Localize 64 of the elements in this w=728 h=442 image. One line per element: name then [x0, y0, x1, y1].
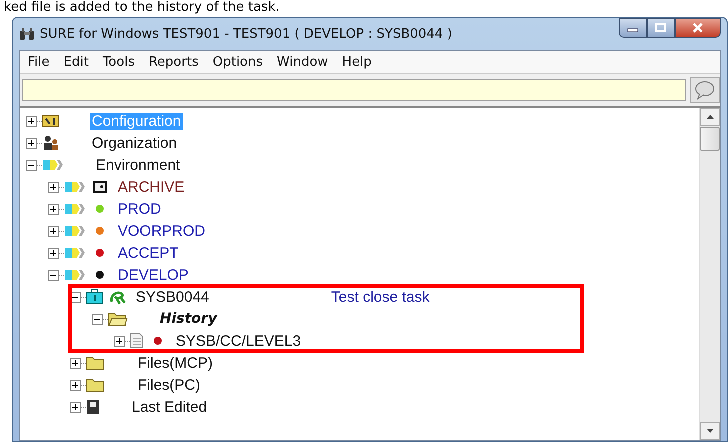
people-icon	[42, 135, 60, 151]
task-icon	[109, 289, 127, 305]
expander-icon[interactable]	[70, 380, 81, 390]
close-icon	[692, 23, 704, 33]
menu-item[interactable]: Edit	[58, 52, 97, 72]
folder-icon	[86, 355, 106, 371]
maximize-button[interactable]	[647, 18, 675, 38]
scroll-thumb[interactable]	[700, 127, 720, 151]
expander-icon[interactable]	[70, 358, 81, 368]
tree-item[interactable]: ACCEPT	[116, 244, 181, 262]
down-arrow-icon	[706, 429, 714, 433]
window-title: SURE for Windows TEST901 - TEST901 ( DEVELOP : SYSB0044 )	[40, 26, 452, 42]
tree-item[interactable]: History	[158, 311, 220, 327]
briefcase-icon	[86, 289, 104, 305]
command-field[interactable]	[22, 79, 686, 101]
tree-item[interactable]: VOORPROD	[116, 222, 208, 240]
folder-icon	[86, 377, 106, 393]
speech-bubble-icon	[694, 80, 716, 100]
expander-icon[interactable]	[48, 270, 59, 280]
tree-item[interactable]: Last Edited	[130, 398, 210, 416]
expander-icon[interactable]	[48, 182, 59, 192]
scroll-up-button[interactable]	[700, 108, 720, 126]
tools-icon	[42, 113, 60, 129]
layers-icon	[64, 202, 86, 216]
tree-item[interactable]: SYSB/CC/LEVEL3	[174, 332, 304, 350]
speech-bubble-button[interactable]	[690, 77, 720, 103]
maximize-icon	[655, 23, 667, 33]
tree-item[interactable]: Environment	[94, 156, 182, 174]
tree-item[interactable]: Organization	[90, 134, 180, 152]
menu-item[interactable]: Window	[271, 52, 336, 72]
expander-icon[interactable]	[48, 226, 59, 236]
expander-icon[interactable]	[26, 138, 37, 148]
close-button[interactable]	[675, 18, 721, 38]
tree-item[interactable]: DEVELOP	[116, 266, 191, 284]
up-arrow-icon	[706, 115, 714, 119]
expander-icon[interactable]	[48, 248, 59, 258]
scroll-down-button[interactable]	[700, 422, 720, 440]
layers-icon	[64, 268, 86, 282]
minimize-button[interactable]	[619, 18, 647, 38]
menu-item[interactable]: Help	[336, 52, 380, 72]
menu-item[interactable]: File	[22, 52, 58, 72]
tree-item[interactable]: ARCHIVE	[116, 178, 187, 196]
safe-icon	[92, 180, 108, 194]
layers-icon	[64, 246, 86, 260]
menu-item[interactable]: Options	[206, 52, 272, 72]
expander-icon[interactable]	[114, 336, 125, 346]
expander-icon[interactable]	[48, 204, 59, 214]
expander-icon[interactable]	[26, 116, 37, 126]
tree-item[interactable]: PROD	[116, 200, 164, 218]
folder-icon	[108, 311, 128, 327]
expander-icon[interactable]	[26, 160, 37, 170]
layers-icon	[64, 224, 86, 238]
menu-item[interactable]: Tools	[96, 52, 143, 72]
tree-item[interactable]: Files(MCP)	[136, 354, 215, 372]
caption-text: ked file is added to the history of the task.	[3, 0, 280, 16]
layers-icon	[42, 158, 64, 172]
task-description: Test close task	[331, 288, 430, 306]
tree-item[interactable]: SYSB0044	[134, 288, 212, 306]
menu-item[interactable]: Reports	[142, 52, 207, 72]
expander-icon[interactable]	[92, 314, 103, 324]
expander-icon[interactable]	[70, 402, 81, 412]
binoculars-icon	[19, 27, 35, 41]
tree-item[interactable]: Files(PC)	[136, 376, 202, 394]
layers-icon	[64, 180, 86, 194]
